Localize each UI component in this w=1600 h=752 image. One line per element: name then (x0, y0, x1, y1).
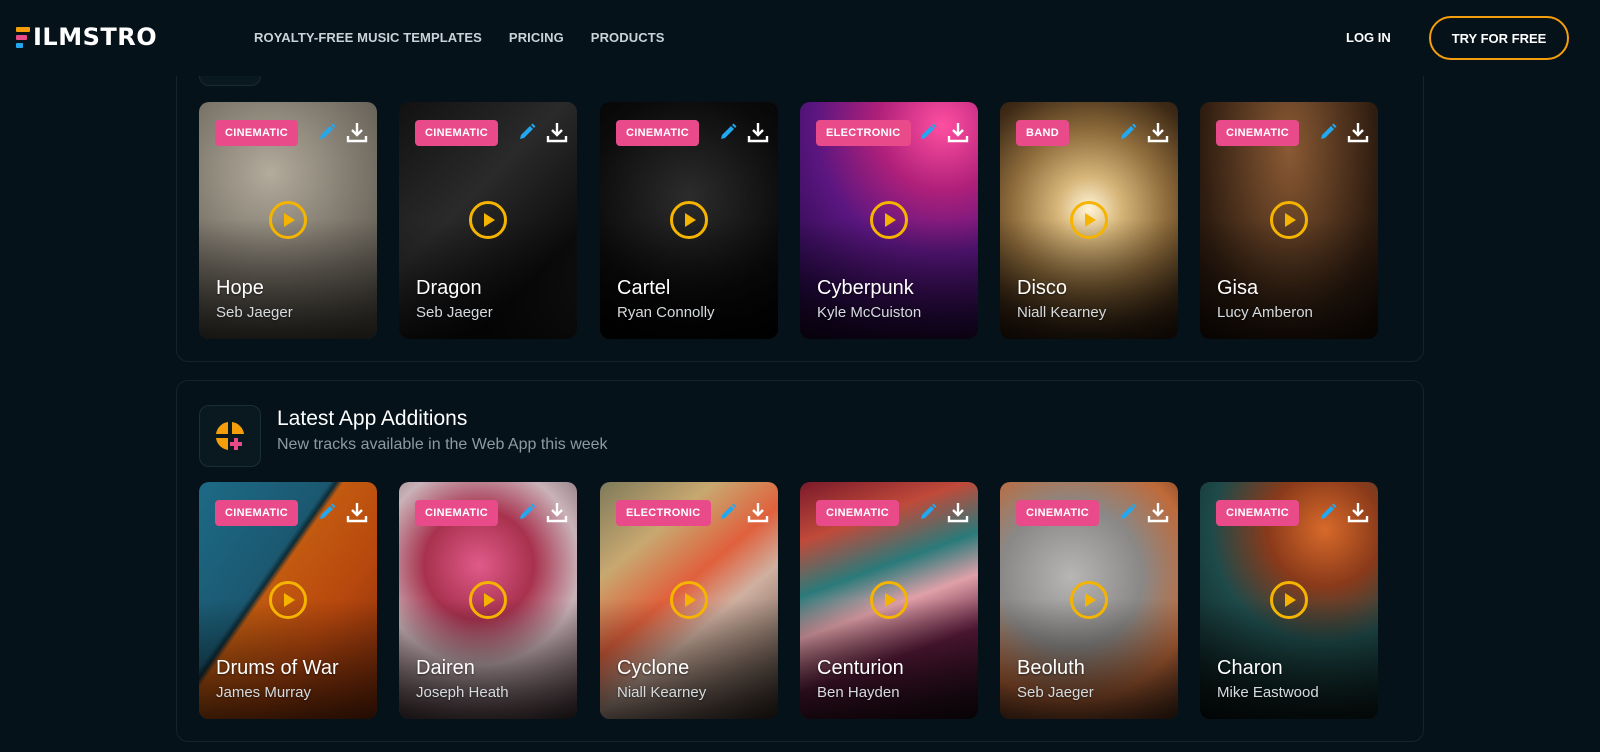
genre-tag[interactable]: CINEMATIC (1216, 120, 1299, 146)
track-author: Lucy Amberon (1217, 304, 1313, 321)
genre-tag[interactable]: BAND (1016, 120, 1069, 146)
track-card[interactable]: ELECTRONIC Cyberpunk Kyle McCuiston (800, 102, 978, 339)
play-icon[interactable] (669, 200, 709, 240)
nav-links: ROYALTY-FREE MUSIC TEMPLATES PRICING PRO… (254, 30, 665, 45)
track-author: Ben Hayden (817, 684, 900, 701)
track-title: Dairen (416, 657, 475, 679)
track-card[interactable]: CINEMATIC Dairen Joseph Heath (399, 482, 577, 719)
try-for-free-button[interactable]: TRY FOR FREE (1429, 16, 1569, 60)
play-icon[interactable] (869, 580, 909, 620)
download-icon[interactable] (1145, 119, 1171, 145)
genre-tag[interactable]: CINEMATIC (215, 120, 298, 146)
login-link[interactable]: LOG IN (1346, 30, 1391, 45)
genre-tag[interactable]: CINEMATIC (616, 120, 699, 146)
track-author: Seb Jaeger (216, 304, 293, 321)
genre-tag[interactable]: CINEMATIC (1216, 500, 1299, 526)
track-title: Hope (216, 277, 264, 299)
track-title: Cartel (617, 277, 671, 299)
edit-pencil-icon[interactable] (1315, 499, 1341, 525)
edit-pencil-icon[interactable] (314, 119, 340, 145)
play-icon[interactable] (1069, 580, 1109, 620)
track-author: Seb Jaeger (416, 304, 493, 321)
track-author: Joseph Heath (416, 684, 509, 701)
track-card[interactable]: CINEMATIC Beoluth Seb Jaeger (1000, 482, 1178, 719)
nav-link-templates[interactable]: ROYALTY-FREE MUSIC TEMPLATES (254, 30, 482, 45)
track-author: James Murray (216, 684, 312, 701)
track-title: Drums of War (216, 657, 339, 679)
download-icon[interactable] (544, 499, 570, 525)
edit-pencil-icon[interactable] (1315, 119, 1341, 145)
download-icon[interactable] (1345, 499, 1371, 525)
edit-pencil-icon[interactable] (715, 499, 741, 525)
logo-mark-icon (16, 25, 30, 49)
track-title: Charon (1217, 657, 1283, 679)
download-icon[interactable] (344, 499, 370, 525)
track-author: Mike Eastwood (1217, 684, 1319, 701)
play-icon[interactable] (268, 580, 308, 620)
genre-tag[interactable]: ELECTRONIC (616, 500, 711, 526)
nav-link-products[interactable]: PRODUCTS (591, 30, 665, 45)
edit-pencil-icon[interactable] (1115, 119, 1141, 145)
track-title: Cyberpunk (817, 277, 914, 299)
track-card[interactable]: CINEMATIC Drums of War James Murray (199, 482, 377, 719)
genre-tag[interactable]: ELECTRONIC (816, 120, 911, 146)
edit-pencil-icon[interactable] (314, 499, 340, 525)
track-title: Cyclone (617, 657, 690, 679)
genre-tag[interactable]: CINEMATIC (415, 120, 498, 146)
track-author: Kyle McCuiston (817, 304, 922, 321)
track-title: Centurion (817, 657, 904, 679)
download-icon[interactable] (344, 119, 370, 145)
download-icon[interactable] (745, 119, 771, 145)
genre-tag[interactable]: CINEMATIC (1016, 500, 1099, 526)
top-nav: ILMSTRO ROYALTY-FREE MUSIC TEMPLATES PRI… (0, 0, 1600, 76)
edit-pencil-icon[interactable] (715, 119, 741, 145)
track-card[interactable]: CINEMATIC Charon Mike Eastwood (1200, 482, 1378, 719)
nav-link-pricing[interactable]: PRICING (509, 30, 564, 45)
genre-tag[interactable]: CINEMATIC (415, 500, 498, 526)
track-card[interactable]: ELECTRONIC Cyclone Niall Kearney (600, 482, 778, 719)
download-icon[interactable] (1345, 119, 1371, 145)
download-icon[interactable] (945, 119, 971, 145)
music-plus-icon (199, 405, 261, 467)
edit-pencil-icon[interactable] (514, 499, 540, 525)
section-subtitle: New tracks available in the Web App this… (277, 436, 608, 453)
play-icon[interactable] (869, 200, 909, 240)
edit-pencil-icon[interactable] (514, 119, 540, 145)
genre-tag[interactable]: CINEMATIC (215, 500, 298, 526)
track-card[interactable]: CINEMATIC Dragon Seb Jaeger (399, 102, 577, 339)
track-author: Ryan Connolly (617, 304, 715, 321)
download-icon[interactable] (544, 119, 570, 145)
filmstro-logo[interactable]: ILMSTRO (16, 24, 157, 50)
play-icon[interactable] (1069, 200, 1109, 240)
track-card[interactable]: CINEMATIC Gisa Lucy Amberon (1200, 102, 1378, 339)
download-icon[interactable] (1145, 499, 1171, 525)
track-title: Disco (1017, 277, 1068, 299)
edit-pencil-icon[interactable] (1115, 499, 1141, 525)
play-icon[interactable] (1269, 580, 1309, 620)
play-icon[interactable] (669, 580, 709, 620)
genre-tag[interactable]: CINEMATIC (816, 500, 899, 526)
track-card[interactable]: BAND Disco Niall Kearney (1000, 102, 1178, 339)
play-icon[interactable] (1269, 200, 1309, 240)
play-icon[interactable] (468, 200, 508, 240)
edit-pencil-icon[interactable] (915, 499, 941, 525)
track-card[interactable]: CINEMATIC Cartel Ryan Connolly (600, 102, 778, 339)
track-title: Beoluth (1017, 657, 1085, 679)
track-author: Niall Kearney (617, 684, 707, 701)
track-author: Seb Jaeger (1017, 684, 1094, 701)
download-icon[interactable] (945, 499, 971, 525)
edit-pencil-icon[interactable] (915, 119, 941, 145)
play-icon[interactable] (268, 200, 308, 240)
track-author: Niall Kearney (1017, 304, 1107, 321)
play-icon[interactable] (468, 580, 508, 620)
track-card[interactable]: CINEMATIC Hope Seb Jaeger (199, 102, 377, 339)
download-icon[interactable] (745, 499, 771, 525)
track-title: Dragon (416, 277, 482, 299)
section-title: Latest App Additions (277, 407, 468, 430)
logo-text: ILMSTRO (33, 23, 158, 51)
track-card[interactable]: CINEMATIC Centurion Ben Hayden (800, 482, 978, 719)
track-title: Gisa (1217, 277, 1259, 299)
